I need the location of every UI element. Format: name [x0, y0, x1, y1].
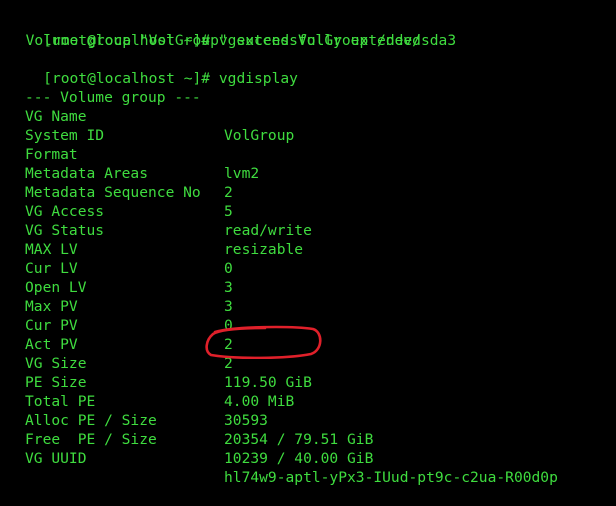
vg-row-free-pe-size: Free PE / Size 10239 / 40.00 GiB — [8, 411, 616, 467]
command-line-vgdisplay: [root@localhost ~]# vgdisplay — [8, 50, 616, 87]
vg-row-total-pe: Total PE 30593 — [8, 373, 616, 429]
vg-row-metadata-sequence-no: Metadata Sequence No 5 — [8, 164, 616, 220]
terminal-window[interactable]: [root@localhost ~]# vgextend VolGroup /d… — [0, 0, 616, 486]
vg-row-act-pv: Act PV 2 — [8, 316, 616, 372]
vg-row-vg-uuid: VG UUID hl74w9-aptl-yPx3-IUud-pt9c-c2ua-… — [8, 430, 616, 486]
vg-row-alloc-pe-size: Alloc PE / Size 20354 / 79.51 GiB — [8, 392, 616, 448]
vg-row-vg-status: VG Status resizable — [8, 202, 616, 258]
vg-row-format: Format lvm2 — [8, 126, 616, 182]
row-value: 10239 / 40.00 GiB — [224, 450, 374, 467]
vg-row-vg-access: VG Access read/write — [8, 183, 616, 239]
vg-row-metadata-areas: Metadata Areas 2 — [8, 145, 616, 201]
vg-row-system-id: System ID — [8, 107, 616, 144]
vg-row-vg-size: VG Size 119.50 GiB — [8, 335, 616, 391]
vg-row-vg-name: VG Name VolGroup — [8, 88, 616, 144]
vg-row-open-lv: Open LV 3 — [8, 259, 616, 315]
vg-row-pe-size: PE Size 4.00 MiB — [8, 354, 616, 410]
vg-row-cur-pv: Cur PV 2 — [8, 297, 616, 353]
vg-row-max-pv: Max PV 0 — [8, 278, 616, 334]
vg-row-cur-lv: Cur LV 3 — [8, 240, 616, 296]
section-header: --- Volume group --- — [8, 69, 616, 106]
row-key: VG UUID — [25, 450, 87, 467]
output-message: Volume group "VolGroup" successfully ext… — [8, 32, 421, 49]
vg-row-max-lv: MAX LV 0 — [8, 221, 616, 277]
row-value: hl74w9-aptl-yPx3-IUud-pt9c-c2ua-R00d0p — [224, 469, 558, 486]
command-line-vgextend: [root@localhost ~]# vgextend VolGroup /d… — [8, 12, 616, 49]
